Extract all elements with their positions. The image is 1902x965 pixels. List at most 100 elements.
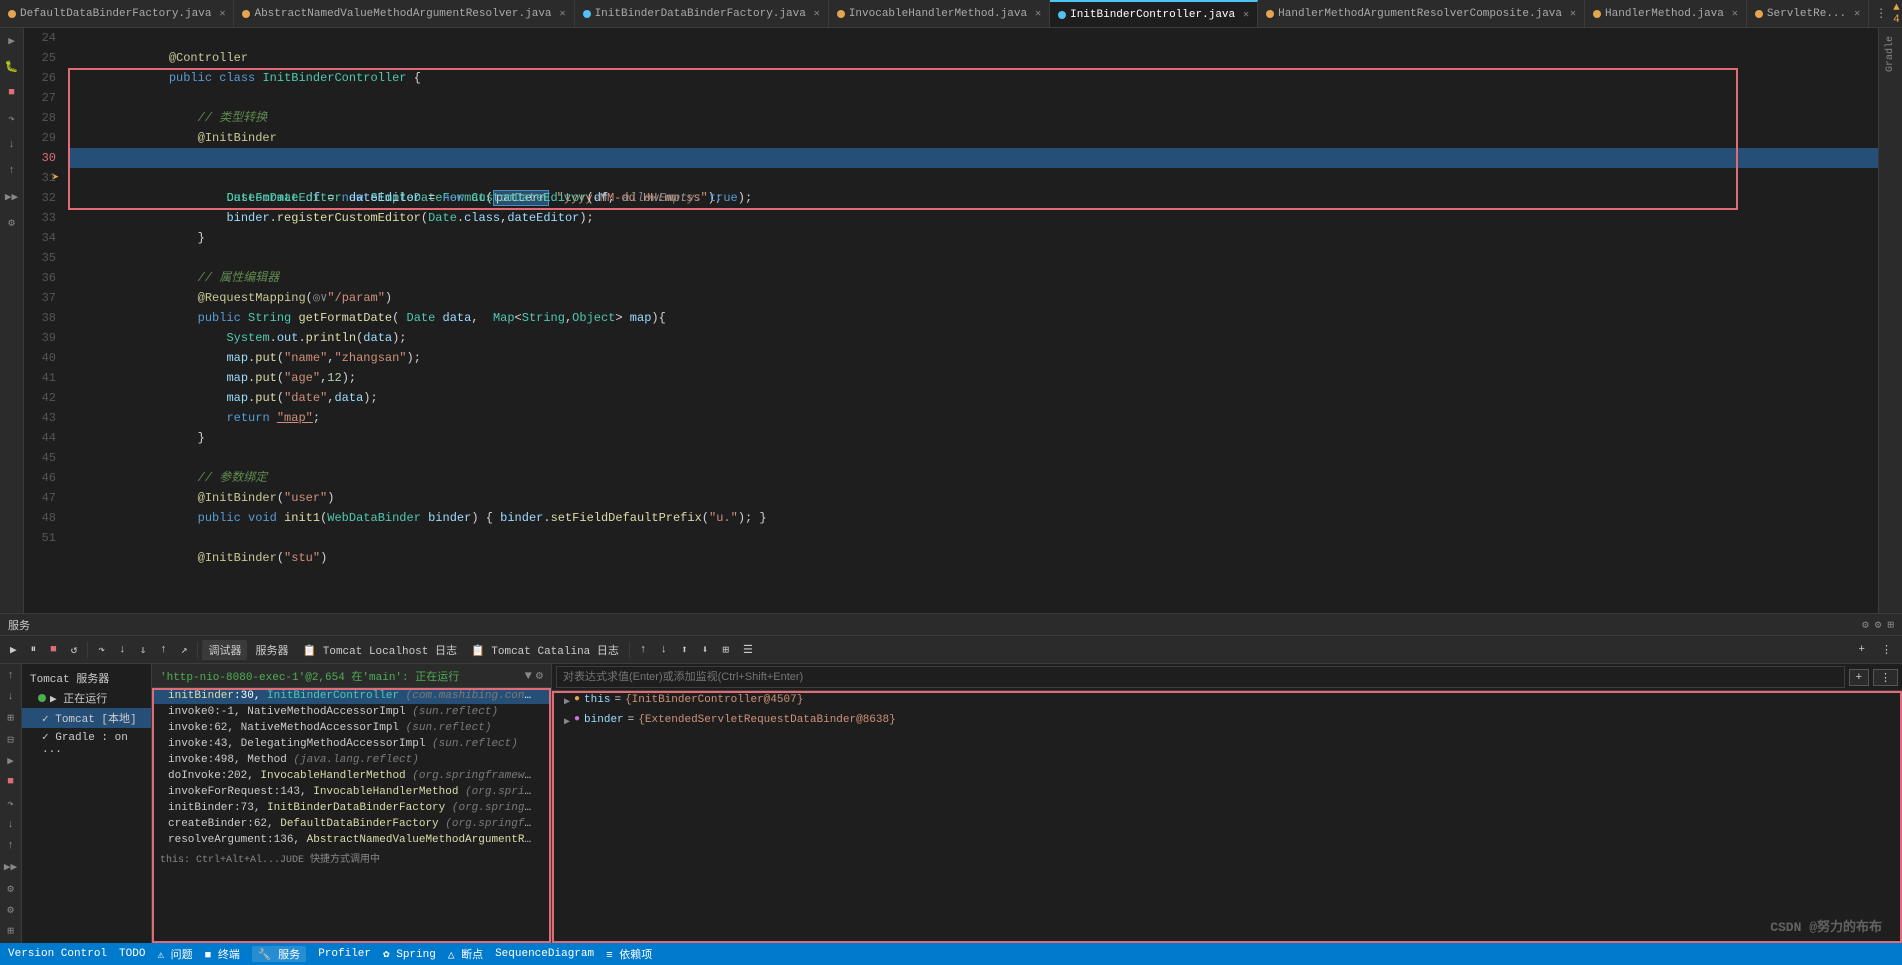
status-breakpoints[interactable]: △ 断点 — [448, 946, 483, 962]
tab-4[interactable]: InvocableHandlerMethod.java ✕ — [829, 0, 1050, 28]
bp-icon-9[interactable]: ↑ — [3, 839, 19, 854]
call-stack-item-8[interactable]: createBinder:62, DefaultDataBinderFactor… — [152, 816, 551, 832]
bp-icon-3[interactable]: ⊞ — [3, 711, 19, 726]
call-stack-item-5[interactable]: doInvoke:202, InvocableHandlerMethod (or… — [152, 768, 551, 784]
config-icon[interactable]: ⚙ — [1875, 618, 1882, 632]
status-deps[interactable]: ≡ 依赖项 — [606, 946, 652, 962]
status-problems[interactable]: ⚠ 问题 — [157, 946, 192, 962]
sidebar-icon-step-over[interactable]: ↷ — [3, 110, 21, 128]
tab-close-5[interactable]: ✕ — [1243, 9, 1249, 21]
download-btn[interactable]: ⬇ — [696, 641, 715, 659]
status-sequence[interactable]: SequenceDiagram — [495, 948, 594, 960]
tab-1[interactable]: DefaultDataBinderFactory.java ✕ — [0, 0, 234, 28]
status-todo[interactable]: TODO — [119, 948, 145, 960]
thread-settings-icon[interactable]: ⚙ — [536, 668, 543, 683]
sidebar-icon-settings[interactable]: ⚙ — [3, 214, 21, 232]
call-stack-item-0[interactable]: initBinder:30, InitBinderController (com… — [152, 688, 551, 704]
status-spring[interactable]: ✿ Spring — [383, 947, 436, 961]
var-binder[interactable]: ▶ ● binder = {ExtendedServletRequestData… — [552, 711, 1902, 731]
expand-icon[interactable]: ⊞ — [1887, 618, 1894, 632]
ln-29: 29 — [28, 128, 56, 148]
sort-btn[interactable]: ⊞ — [716, 641, 735, 659]
up-btn[interactable]: ↑ — [634, 642, 653, 658]
stop-btn[interactable]: ■ — [44, 642, 63, 658]
bp-icon-8[interactable]: ↓ — [3, 817, 19, 832]
pause-btn[interactable]: ⏸ — [25, 642, 43, 658]
tab-close-1[interactable]: ✕ — [219, 8, 225, 20]
gradle-label[interactable]: Gradle — [1885, 32, 1896, 76]
tomcat-server-item[interactable]: Tomcat 服务器 — [22, 668, 151, 688]
tab-close-8[interactable]: ✕ — [1854, 8, 1860, 20]
sidebar-icon-step-in[interactable]: ↓ — [3, 136, 21, 154]
watch-more-btn[interactable]: ⋮ — [1875, 641, 1898, 659]
bp-icon-5[interactable]: ▶ — [3, 753, 19, 768]
list-btn[interactable]: ☰ — [737, 641, 759, 659]
tab-close-4[interactable]: ✕ — [1035, 8, 1041, 20]
bp-icon-10[interactable]: ▶▶ — [3, 860, 19, 875]
upload-btn[interactable]: ⬆ — [675, 641, 694, 659]
tab-overflow[interactable]: ⋮ — [1869, 6, 1893, 21]
sidebar-icon-debug[interactable]: 🐛 — [3, 58, 21, 76]
bp-icon-4[interactable]: ⊟ — [3, 732, 19, 747]
thread-filter-icon[interactable]: ▼ — [525, 669, 532, 683]
eval-btn[interactable]: + — [1849, 669, 1869, 686]
tab-2[interactable]: AbstractNamedValueMethodArgumentResolver… — [234, 0, 574, 28]
call-stack-item-4[interactable]: invoke:498, Method (java.lang.reflect) — [152, 752, 551, 768]
tab-debugger[interactable]: 调试器 — [202, 640, 247, 660]
tab-tomcat-catalina[interactable]: 📋 Tomcat Catalina 日志 — [465, 640, 625, 660]
call-stack-item-2[interactable]: invoke:62, NativeMethodAccessorImpl (sun… — [152, 720, 551, 736]
tomcat-local-item[interactable]: ✓ Tomcat [本地] — [22, 708, 151, 728]
step-out-btn[interactable]: ↑ — [154, 642, 173, 658]
call-stack-item-7[interactable]: initBinder:73, InitBinderDataBinderFacto… — [152, 800, 551, 816]
run-cursor-btn[interactable]: ↗ — [175, 641, 194, 659]
resume-btn[interactable]: ▶ — [4, 641, 23, 659]
down-btn[interactable]: ↓ — [655, 642, 674, 658]
bp-icon-expand[interactable]: ⊞ — [3, 924, 19, 939]
code-line-38: System.out.println(data); — [68, 308, 1878, 328]
status-version-control[interactable]: Version Control — [8, 948, 107, 960]
bp-icon-1[interactable]: ↑ — [3, 668, 19, 683]
step-over-btn[interactable]: ↷ — [92, 641, 111, 659]
bp-icon-stop[interactable]: ■ — [3, 775, 19, 790]
bp-icon-7[interactable]: ↷ — [3, 796, 19, 811]
sidebar-icon-step-out[interactable]: ↑ — [3, 162, 21, 180]
tab-close-3[interactable]: ✕ — [814, 8, 820, 20]
gradle-item[interactable]: ✓ Gradle : on ... — [22, 728, 151, 758]
sidebar-icon-stop[interactable]: ■ — [3, 84, 21, 102]
sidebar-icon-resume[interactable]: ▶▶ — [3, 188, 21, 206]
status-terminal[interactable]: ■ 终端 — [205, 946, 240, 962]
var-this[interactable]: ▶ ● this = {InitBinderController@4507} — [552, 691, 1902, 711]
status-services[interactable]: 🔧 服务 — [252, 946, 306, 962]
call-stack-item-1[interactable]: invoke0:-1, NativeMethodAccessorImpl (su… — [152, 704, 551, 720]
settings-icon[interactable]: ⚙ — [1862, 618, 1869, 632]
step-into-btn[interactable]: ↓ — [113, 642, 132, 658]
running-item[interactable]: ▶ 正在运行 — [22, 688, 151, 708]
call-stack-item-9[interactable]: resolveArgument:136, AbstractNamedValueM… — [152, 832, 551, 848]
call-stack-item-10[interactable]: this: Ctrl+Alt+Al...JUDE 快捷方式调用中 — [152, 848, 551, 868]
expr-input[interactable] — [556, 666, 1845, 688]
watch-expand-btn[interactable]: ⋮ — [1873, 669, 1898, 686]
sidebar-icon-run[interactable]: ▶ — [3, 32, 21, 50]
bp-icon-2[interactable]: ↓ — [3, 689, 19, 704]
tab-server[interactable]: 服务器 — [249, 640, 294, 660]
call-stack-item-3[interactable]: invoke:43, DelegatingMethodAccessorImpl … — [152, 736, 551, 752]
code-line-26 — [68, 68, 1878, 88]
code-editor[interactable]: 24 25 26 27 28 29 30 31 32 33 34 35 36 3… — [24, 28, 1878, 613]
status-profiler[interactable]: Profiler — [318, 948, 371, 960]
rerun-btn[interactable]: ↺ — [65, 641, 84, 659]
tab-8[interactable]: ServletRe... ✕ — [1747, 0, 1869, 28]
add-watch-btn[interactable]: + — [1852, 642, 1871, 658]
bp-icon-12[interactable]: ⚙ — [3, 902, 19, 917]
tab-close-6[interactable]: ✕ — [1570, 8, 1576, 20]
tab-7[interactable]: HandlerMethod.java ✕ — [1585, 0, 1747, 28]
bp-icon-11[interactable]: ⚙ — [3, 881, 19, 896]
warning-count[interactable]: ▲ 4 — [1893, 2, 1900, 26]
tab-3[interactable]: InitBinderDataBinderFactory.java ✕ — [575, 0, 829, 28]
tab-5[interactable]: InitBinderController.java ✕ — [1050, 0, 1258, 28]
tab-tomcat-localhost[interactable]: 📋 Tomcat Localhost 日志 — [296, 640, 463, 660]
tab-6[interactable]: HandlerMethodArgumentResolverComposite.j… — [1258, 0, 1585, 28]
tab-close-2[interactable]: ✕ — [560, 8, 566, 20]
tab-close-7[interactable]: ✕ — [1732, 8, 1738, 20]
call-stack-item-6[interactable]: invokeForRequest:143, InvocableHandlerMe… — [152, 784, 551, 800]
force-step-btn[interactable]: ⇓ — [134, 641, 153, 659]
